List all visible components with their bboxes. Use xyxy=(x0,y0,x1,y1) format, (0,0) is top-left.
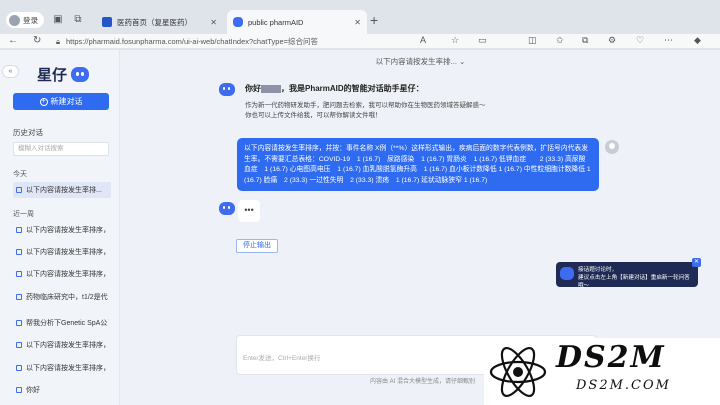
history-item-label: 以下内容请按发生率排序，... xyxy=(26,271,108,278)
favorites-icon[interactable]: ✩ xyxy=(556,35,564,46)
history-item-label: 你好 xyxy=(26,387,40,394)
history-item[interactable]: 以下内容请按发生率排序，... xyxy=(13,337,111,353)
chat-icon xyxy=(16,249,22,255)
workspaces-icon[interactable]: ▣ xyxy=(52,14,64,26)
chat-title-text: 以下内容请按发生率排... xyxy=(375,57,457,66)
extensions-icon[interactable]: ⚙ xyxy=(608,35,616,46)
chat-icon xyxy=(16,271,22,277)
greeting-heading: 你好 ，我是PharmAID的智能对话助手星仔： xyxy=(245,83,545,94)
sidebar: « 星仔 + 新建对话 历史对话 模糊入对话搜索 今天 以下内容请按发生率排..… xyxy=(0,50,120,405)
group-today: 今天 xyxy=(13,171,27,178)
tab-pharma-home[interactable]: 医药首页（复星医药） ✕ xyxy=(96,10,223,34)
history-item-label: 以下内容请按发生率排序，... xyxy=(26,249,108,256)
watermark-title: DS2M xyxy=(556,340,666,375)
history-item-label: 以下内容请按发生率排序，... xyxy=(26,365,108,372)
history-item-label: 以下内容请按发生率排序，... xyxy=(26,227,108,234)
browser-tab-strip: 登录 ▣ ⧉ 医药首页（复星医药） ✕ public pharmAID ✕ + xyxy=(0,0,720,34)
chat-icon xyxy=(16,387,22,393)
history-item[interactable]: 以下内容请按发生率排序，... xyxy=(13,244,111,260)
new-tab-icon[interactable]: + xyxy=(370,12,378,28)
chat-icon xyxy=(16,187,22,193)
chat-icon xyxy=(16,227,22,233)
history-title: 历史对话 xyxy=(13,128,43,137)
favorite-star-icon[interactable]: ☆ xyxy=(451,35,459,46)
settings-menu-icon[interactable]: ⋯ xyxy=(664,35,673,46)
chat-icon xyxy=(16,342,22,348)
url-field[interactable]: 🔒︎ https://pharmaid.fosunpharma.com/ui-a… xyxy=(56,35,498,48)
pharmaid-favicon-icon xyxy=(233,17,243,27)
collections-icon[interactable]: ⧉ xyxy=(582,35,588,46)
tip-line: 建议点击左上角【新建对话】重启新一轮问答哦～ xyxy=(578,275,690,289)
typing-indicator: ••• xyxy=(238,200,260,222)
ds2m-watermark: DS2M DS2M.COM xyxy=(484,338,720,405)
greeting-line: 你也可以上传文件给我，可以帮你解读文件哦！ xyxy=(245,112,382,119)
profile-button[interactable]: 登录 xyxy=(6,12,44,28)
copilot-icon[interactable]: ◆ xyxy=(694,35,701,46)
chat-icon xyxy=(16,294,22,300)
avatar xyxy=(9,14,20,26)
history-item[interactable]: 以下内容请按发生率排序，... xyxy=(13,266,111,282)
history-item-label: 以下内容请按发生率排序，... xyxy=(26,342,108,349)
logo: 星仔 xyxy=(37,64,90,85)
tab-pharmaid[interactable]: public pharmAID ✕ xyxy=(227,10,367,34)
history-item[interactable]: 以下内容请按发生率排序，... xyxy=(13,360,111,376)
tip-line: 接话题讨论时， xyxy=(578,267,618,273)
history-item-label: 帮我分析下Genetic SpA公司 xyxy=(26,320,108,327)
tab-title: 医药首页（复星医药） xyxy=(117,17,192,27)
back-arrow-icon[interactable]: ← xyxy=(8,35,18,46)
robot-icon xyxy=(560,267,574,280)
robot-icon xyxy=(71,67,90,82)
plus-icon: + xyxy=(39,97,48,106)
history-item[interactable]: 以下内容请按发生率排序，... xyxy=(13,222,111,238)
close-icon[interactable]: ✕ xyxy=(210,18,217,27)
fosun-favicon-icon xyxy=(102,17,112,27)
new-chat-button[interactable]: + 新建对话 xyxy=(13,93,109,110)
close-icon[interactable]: ✕ xyxy=(354,18,361,27)
chat-icon xyxy=(16,365,22,371)
tab-actions-icon[interactable]: ⧉ xyxy=(72,14,84,26)
history-item[interactable]: 帮我分析下Genetic SpA公司 xyxy=(13,315,111,331)
history-item[interactable]: 你好 xyxy=(13,382,111,398)
close-icon[interactable]: ✕ xyxy=(692,258,701,267)
profile-label: 登录 xyxy=(23,15,38,25)
stop-output-button[interactable]: 停止输出 xyxy=(236,239,278,253)
read-aloud-icon[interactable]: A xyxy=(420,35,426,45)
user-message-bubble: 以下内容请按发生率排序，并按：事件名称 X例（**%）这样形式输出，疾病后面的数… xyxy=(237,138,599,191)
collapse-sidebar-button[interactable]: « xyxy=(2,65,19,78)
chevron-down-icon: ⌄ xyxy=(459,57,466,66)
history-search-input[interactable]: 模糊入对话搜索 xyxy=(13,142,109,156)
refresh-icon[interactable]: ↻ xyxy=(33,35,41,46)
disclaimer-text: 内容由 AI 混合大模型生成，请仔细甄别 xyxy=(370,379,476,385)
greeting-prefix: 你好 xyxy=(245,84,261,93)
new-chat-tip-toast: 接话题讨论时， 建议点击左上角【新建对话】重启新一轮问答哦～ ✕ xyxy=(556,258,701,289)
chat-title-dropdown[interactable]: 以下内容请按发生率排... ⌄ xyxy=(121,56,720,67)
history-item-label: 药物临床研究中，t1/2是代... xyxy=(26,294,108,301)
history-item-label: 以下内容请按发生率排... xyxy=(26,187,102,194)
group-week: 近一周 xyxy=(13,211,34,218)
chat-icon xyxy=(16,320,22,326)
split-screen-icon[interactable]: ◫ xyxy=(528,35,537,46)
greeting-line: 作为新一代药物研发助手，肥问题去检索，我可以帮助你在生物医药领域答疑解惑～ xyxy=(245,102,486,109)
greeting-body: 作为新一代药物研发助手，肥问题去检索，我可以帮助你在生物医药领域答疑解惑～ 你也… xyxy=(245,101,545,121)
history-item[interactable]: 药物临床研究中，t1/2是代... xyxy=(13,289,111,305)
watermark-url: DS2M.COM xyxy=(576,378,671,393)
new-chat-label: 新建对话 xyxy=(50,97,83,106)
address-bar-row: ← ↻ 🔒︎ https://pharmaid.fosunpharma.com/… xyxy=(0,34,720,49)
url-text: https://pharmaid.fosunpharma.com/ui-ai-w… xyxy=(66,37,318,46)
user-avatar-icon xyxy=(605,140,619,154)
reading-mode-icon[interactable]: ▭ xyxy=(478,35,487,46)
greeting-suffix: ，我是PharmAID的智能对话助手星仔： xyxy=(281,84,424,93)
logo-text: 星仔 xyxy=(37,66,68,84)
lock-icon: 🔒︎ xyxy=(56,36,60,46)
greeting-message: 你好 ，我是PharmAID的智能对话助手星仔： 作为新一代药物研发助手，肥问题去… xyxy=(245,83,545,121)
atom-logo-icon xyxy=(489,346,547,398)
browser-essentials-icon[interactable]: ♡ xyxy=(636,35,644,46)
history-item[interactable]: 以下内容请按发生率排... xyxy=(13,182,111,198)
bot-avatar-icon xyxy=(219,83,235,96)
bot-avatar-icon xyxy=(219,202,235,215)
tab-title: public pharmAID xyxy=(248,17,304,27)
redacted-name xyxy=(261,84,281,93)
